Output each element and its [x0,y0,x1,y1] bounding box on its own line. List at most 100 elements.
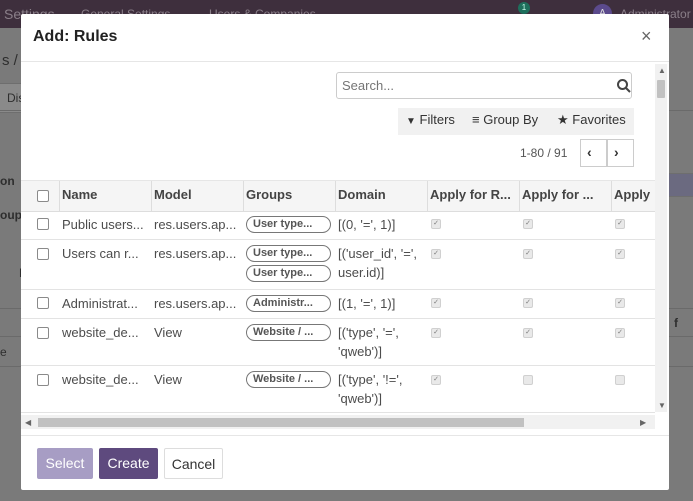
scroll-left-arrow-icon[interactable]: ◀ [25,418,31,427]
apply-create-checkbox: ✓ [615,298,625,308]
rule-domain-line: user.id)] [338,265,385,280]
group-tag: User type... [246,245,331,262]
rule-name: Administrat... [62,296,138,311]
column-header-apply[interactable]: Apply [614,187,654,202]
favorites-button[interactable]: ★ Favorites [557,112,626,128]
table-row[interactable]: website_de... View Website / ... [('type… [21,318,655,366]
group-tag: User type... [246,265,331,282]
pager-next-button[interactable]: › [607,139,634,167]
rule-domain-line: 'qweb')] [338,344,382,359]
add-rules-dialog: Add: Rules × ▼ Filters ≡ Group By ★ Favo… [21,14,669,490]
table-row[interactable]: website_de... View Website / ... [('type… [21,365,655,413]
rule-domain: [(0, '=', 1)] [338,217,396,232]
group-by-button[interactable]: ≡ Group By [472,112,538,127]
chevron-right-icon: › [614,144,619,160]
dialog-title: Add: Rules [33,28,118,45]
column-header-apply-read[interactable]: Apply for R... [430,187,518,202]
rule-domain-line: 'qweb')] [338,391,382,406]
rule-model: View [154,372,182,387]
scroll-down-arrow-icon[interactable]: ▼ [658,401,666,410]
scroll-up-arrow-icon[interactable]: ▲ [658,66,666,75]
group-tag: Website / ... [246,324,331,341]
table-row[interactable]: Users can r... res.users.ap... User type… [21,239,655,290]
dialog-footer: Select Create Cancel [21,435,669,491]
cancel-button[interactable]: Cancel [164,448,223,479]
column-separator [335,181,336,211]
rule-model: res.users.ap... [154,246,237,261]
apply-create-checkbox: ✓ [615,249,625,259]
apply-write-checkbox: ✓ [523,298,533,308]
row-checkbox[interactable] [37,218,49,230]
column-header-domain[interactable]: Domain [338,187,424,202]
pager-previous-button[interactable]: ‹ [580,139,607,167]
apply-create-checkbox [615,375,625,385]
row-checkbox[interactable] [37,374,49,386]
bg-button [668,173,693,197]
filters-label: Filters [419,112,455,127]
select-all-checkbox[interactable] [37,190,49,202]
table-row[interactable]: Administrat... res.users.ap... Administr… [21,289,655,319]
apply-write-checkbox: ✓ [523,328,533,338]
bg-notification-badge: 1 [518,2,530,14]
row-checkbox[interactable] [37,327,49,339]
vertical-scrollbar[interactable]: ▲ ▼ [655,64,667,412]
column-separator [243,181,244,211]
apply-read-checkbox: ✓ [431,298,441,308]
group-tag: Administr... [246,295,331,312]
horizontal-scrollbar[interactable]: ◀ ▶ [21,415,655,429]
column-header-groups[interactable]: Groups [246,187,332,202]
rule-model: View [154,325,182,340]
column-header-apply-write[interactable]: Apply for ... [522,187,610,202]
bg-label-fragment: f [674,316,678,330]
close-icon[interactable]: × [641,26,652,47]
search-icon[interactable] [616,78,632,94]
rule-name: website_de... [62,372,139,387]
rule-name: Users can r... [62,246,139,261]
dialog-content: ▼ Filters ≡ Group By ★ Favorites 1-80 / … [21,62,669,434]
table-row[interactable]: Public users... res.users.ap... User typ… [21,210,655,240]
column-separator [59,181,60,211]
filters-button[interactable]: ▼ Filters [406,112,455,127]
rule-model: res.users.ap... [154,217,237,232]
group-by-label: Group By [483,112,539,127]
column-header-model[interactable]: Model [154,187,240,202]
rule-name: Public users... [62,217,144,232]
column-separator [611,181,612,211]
scroll-right-arrow-icon[interactable]: ▶ [640,418,646,427]
row-checkbox[interactable] [37,297,49,309]
group-by-icon: ≡ [472,112,480,127]
rule-model: res.users.ap... [154,296,237,311]
apply-create-checkbox: ✓ [615,328,625,338]
group-tag: Website / ... [246,371,331,388]
apply-read-checkbox: ✓ [431,249,441,259]
apply-write-checkbox: ✓ [523,249,533,259]
search-box [336,72,632,99]
apply-write-checkbox: ✓ [523,219,533,229]
star-icon: ★ [557,112,569,127]
column-separator [519,181,520,211]
select-button[interactable]: Select [37,448,93,479]
rule-domain: [(1, '=', 1)] [338,296,396,311]
bg-label-fragment: e [0,345,7,359]
apply-read-checkbox: ✓ [431,328,441,338]
table-header: Name Model Groups Domain Apply for R... … [21,180,655,212]
apply-read-checkbox: ✓ [431,375,441,385]
column-header-name[interactable]: Name [62,187,148,202]
rule-domain-line: [('type', '=', [338,325,399,340]
apply-write-checkbox [523,375,533,385]
filter-icon: ▼ [406,116,416,127]
horizontal-scroll-thumb[interactable] [38,418,524,427]
pager-value[interactable]: 1-80 / 91 [520,146,567,160]
group-tag: User type... [246,216,331,233]
favorites-label: Favorites [572,112,626,127]
rule-domain-line: [('type', '!=', [338,372,403,387]
column-separator [427,181,428,211]
row-checkbox[interactable] [37,248,49,260]
rule-name: website_de... [62,325,139,340]
bg-label-fragment: oup [0,208,22,222]
create-button[interactable]: Create [99,448,158,479]
vertical-scroll-thumb[interactable] [657,80,665,98]
search-input[interactable] [342,77,602,94]
bg-label-fragment: on [0,174,15,188]
rule-domain-line: [('user_id', '=', [338,246,417,261]
